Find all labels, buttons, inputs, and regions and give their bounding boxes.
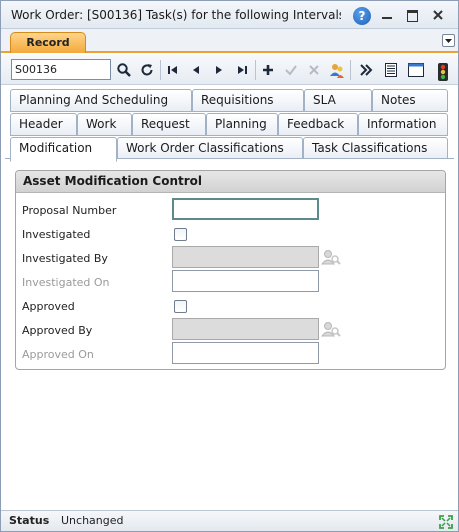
tab-row-1: Planning And Scheduling Requisitions SLA…	[1, 89, 458, 113]
investigated-by-field	[172, 246, 319, 268]
approved-label: Approved	[22, 300, 75, 313]
cross-icon	[309, 65, 319, 75]
strip-dropdown-button[interactable]	[442, 34, 455, 47]
tab-work[interactable]: Work	[77, 113, 132, 136]
tab-content-panel: Asset Modification Control Proposal Numb…	[5, 158, 454, 509]
user-lookup-icon	[320, 250, 341, 265]
resize-grip[interactable]	[438, 514, 454, 530]
last-record-button[interactable]	[232, 60, 252, 80]
investigated-by-lookup-button[interactable]	[320, 248, 341, 266]
approved-checkbox[interactable]	[174, 300, 187, 313]
refresh-icon	[141, 64, 153, 76]
next-record-button[interactable]	[209, 60, 229, 80]
investigated-by-label: Investigated By	[22, 252, 108, 265]
tab-information[interactable]: Information	[358, 113, 448, 136]
proposal-number-input[interactable]	[172, 198, 319, 220]
first-record-icon	[168, 66, 177, 74]
status-label: Status	[9, 514, 50, 527]
list-icon	[385, 63, 397, 77]
approved-by-label: Approved By	[22, 324, 93, 337]
status-value: Unchanged	[61, 514, 124, 527]
traffic-light-icon	[438, 63, 448, 81]
search-icon	[117, 63, 131, 77]
tab-feedback[interactable]: Feedback	[278, 113, 358, 136]
proposal-number-label: Proposal Number	[22, 204, 117, 217]
tab-work-order-classifications[interactable]: Work Order Classifications	[117, 137, 303, 160]
chevron-down-icon	[445, 39, 452, 43]
tab-header[interactable]: Header	[10, 113, 77, 136]
tab-sla[interactable]: SLA	[304, 89, 372, 112]
approved-on-field[interactable]	[172, 342, 319, 364]
toolbar-separator	[350, 60, 351, 80]
close-icon	[433, 10, 443, 20]
users-button[interactable]	[327, 60, 347, 80]
record-tab-strip: Record	[1, 29, 458, 53]
double-chevron-right-icon	[360, 64, 373, 76]
record-tab[interactable]: Record	[10, 32, 86, 53]
tab-planning-and-scheduling[interactable]: Planning And Scheduling	[10, 89, 192, 112]
group-title: Asset Modification Control	[16, 171, 445, 193]
approved-on-label: Approved On	[22, 348, 94, 361]
investigated-label: Investigated	[22, 228, 91, 241]
previous-record-button[interactable]	[186, 60, 206, 80]
tab-request[interactable]: Request	[132, 113, 206, 136]
next-icon	[216, 66, 222, 74]
window-title: Work Order: [S00136] Task(s) for the fol…	[11, 8, 341, 22]
search-button[interactable]	[114, 60, 134, 80]
first-record-button[interactable]	[163, 60, 183, 80]
last-record-icon	[238, 66, 247, 74]
checkmark-icon	[285, 65, 297, 76]
users-icon	[330, 64, 344, 78]
window-icon	[408, 63, 424, 77]
previous-icon	[193, 66, 199, 74]
maximize-button[interactable]	[404, 7, 420, 23]
investigated-checkbox[interactable]	[174, 228, 187, 241]
toolbar-separator	[255, 60, 256, 80]
tab-row-2: Header Work Request Planning Feedback In…	[1, 113, 458, 137]
approved-by-lookup-button[interactable]	[320, 320, 341, 338]
status-light-button[interactable]	[433, 60, 453, 81]
toolbar-separator	[160, 60, 161, 80]
status-bar: Status Unchanged	[1, 510, 458, 531]
tab-notes[interactable]: Notes	[372, 89, 448, 112]
refresh-button[interactable]	[137, 60, 157, 80]
tab-requisitions[interactable]: Requisitions	[192, 89, 304, 112]
title-bar: Work Order: [S00136] Task(s) for the fol…	[1, 1, 458, 29]
minimize-button[interactable]	[379, 7, 395, 23]
investigated-on-field[interactable]	[172, 270, 319, 292]
expand-arrows-icon	[439, 515, 453, 529]
user-lookup-icon	[320, 322, 341, 337]
window-view-button[interactable]	[406, 60, 426, 80]
tab-planning[interactable]: Planning	[206, 113, 278, 136]
investigated-on-label: Investigated On	[22, 276, 110, 289]
tab-modification[interactable]: Modification	[10, 137, 117, 162]
record-number-input[interactable]	[11, 59, 111, 80]
close-button[interactable]	[430, 7, 446, 23]
save-button[interactable]	[281, 60, 301, 80]
approved-by-field	[172, 318, 319, 340]
asset-modification-control-group: Asset Modification Control Proposal Numb…	[15, 170, 446, 370]
plus-icon	[263, 65, 273, 75]
add-button[interactable]	[258, 60, 278, 80]
more-actions-button[interactable]	[356, 60, 376, 80]
work-order-window: Work Order: [S00136] Task(s) for the fol…	[0, 0, 459, 532]
list-view-button[interactable]	[381, 60, 401, 80]
tab-task-classifications[interactable]: Task Classifications	[303, 137, 448, 160]
cancel-button[interactable]	[304, 60, 324, 80]
help-icon[interactable]: ?	[353, 7, 371, 25]
toolbar	[1, 55, 458, 85]
